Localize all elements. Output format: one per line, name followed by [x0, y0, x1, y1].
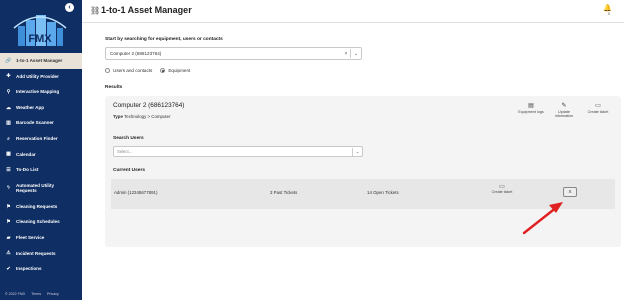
search-label: Start by searching for equipment, users … [105, 37, 223, 42]
search-icon: ⌕ [7, 135, 10, 142]
sidebar-item-label: Automated Utility Requests [16, 182, 55, 194]
open-tickets: 14 Open Tickets [367, 190, 399, 195]
sidebar-item-label: 1-to-1 Asset Manager [16, 58, 63, 64]
sidebar-item-automated-utility-requests[interactable]: ϟ Automated Utility Requests [0, 178, 82, 199]
update-information-label: Update information [554, 110, 574, 119]
table-row: Admin (12345677891) 3 Past Tickets 14 Op… [111, 179, 615, 209]
cloud-icon: ☁ [6, 104, 11, 111]
sidebar-item-label: Calendar [16, 151, 36, 157]
sidebar-item-label: Weather App [16, 104, 45, 110]
sidebar-item-label: Cleaning Requests [16, 203, 58, 209]
asset-title: Computer 2 (686123764) [113, 102, 185, 109]
create-ticket-button[interactable]: ▭ Create ticket [585, 103, 611, 115]
calendar-icon: ▦ [6, 151, 11, 158]
sidebar-item-label: Fleet Service [16, 234, 45, 240]
sidebar-item-add-utility-provider[interactable]: ✚ Add Utility Provider [0, 69, 82, 85]
flag-icon: ⚑ [6, 203, 11, 210]
chevron-down-icon[interactable]: ⌄ [353, 149, 362, 155]
sidebar-item-interactive-mapping[interactable]: ⚲ Interactive Mapping [0, 84, 82, 100]
bolt-icon: ϟ [7, 185, 10, 192]
sidebar-item-asset-manager[interactable]: 🔗 1-to-1 Asset Manager [0, 53, 82, 69]
radio-circle[interactable] [160, 68, 166, 73]
sidebar-item-label: Cleaning Schedules [16, 219, 60, 225]
bell-icon[interactable]: 🔔 [603, 4, 612, 12]
asset-result-card: Computer 2 (686123764) Type Technology >… [105, 96, 621, 247]
asset-type: Type Technology > Computer [113, 114, 171, 119]
sidebar-nav: 🔗 1-to-1 Asset Manager ✚ Add Utility Pro… [0, 53, 82, 277]
sidebar-item-fleet-service[interactable]: ▰ Fleet Service [0, 230, 82, 246]
sidebar-footer: © 2022 FMX Terms Privacy [5, 292, 59, 296]
map-pin-icon: ⚲ [6, 88, 11, 95]
plus-icon: ✚ [6, 73, 11, 80]
copyright-text: © 2022 FMX [5, 292, 26, 296]
main-content: Start by searching for equipment, users … [82, 23, 624, 300]
radio-circle[interactable] [105, 68, 110, 73]
link-icon: 🔗 [5, 57, 12, 64]
row-create-ticket-label: Create ticket [491, 190, 513, 195]
equipment-logs-button[interactable]: ▤ Equipment logs [518, 103, 544, 115]
sidebar-item-label: Inspections [16, 266, 42, 272]
search-value: Computer 2 (686123764) [110, 51, 162, 56]
radio-label: Users and contacts [113, 68, 153, 73]
barcode-icon: ▥ [6, 120, 11, 127]
sidebar-item-incident-requests[interactable]: ⚠ Incident Requests [0, 246, 82, 262]
user-name: Admin (12345677891) [114, 190, 158, 195]
notification-count: 0 [608, 12, 610, 16]
privacy-link[interactable]: Privacy [47, 292, 59, 296]
sidebar: ‹ FMX 🔗 1-to-1 Asset Manager ✚ Add Utili… [0, 0, 82, 300]
sidebar-item-label: Reservation Finder [16, 136, 58, 142]
asset-search-input[interactable]: Computer 2 (686123764) × ⌄ [105, 47, 362, 60]
list-icon: ☰ [6, 166, 11, 173]
flag-icon: ⚑ [6, 219, 11, 226]
create-ticket-label: Create ticket [587, 110, 609, 115]
radio-equipment[interactable]: Equipment [160, 68, 190, 73]
terms-link[interactable]: Terms [31, 292, 41, 296]
page-header: ⛓ 1-to-1 Asset Manager 🔔 0 [82, 0, 624, 22]
asset-type-label: Type [113, 114, 123, 119]
page-title: 1-to-1 Asset Manager [101, 5, 192, 15]
monitor-icon: ▭ [595, 103, 601, 109]
svg-text:FMX: FMX [28, 33, 52, 45]
sidebar-item-calendar[interactable]: ▦ Calendar [0, 147, 82, 163]
sidebar-item-to-do-list[interactable]: ☰ To-Do List [0, 162, 82, 178]
sidebar-item-label: Add Utility Provider [16, 73, 59, 79]
link-icon: ⛓ [90, 6, 101, 15]
remove-user-button[interactable]: X [563, 187, 577, 197]
asset-type-value: Technology > Computer [124, 114, 171, 119]
equipment-logs-label: Equipment logs [518, 110, 544, 115]
sidebar-item-inspections[interactable]: ✔ Inspections [0, 261, 82, 277]
sidebar-item-cleaning-schedules[interactable]: ⚑ Cleaning Schedules [0, 214, 82, 230]
search-mode-radios: Users and contacts Equipment [105, 68, 190, 73]
results-label: Results [105, 85, 123, 90]
sidebar-item-label: Incident Requests [16, 250, 56, 256]
search-users-placeholder: Select... [117, 149, 133, 154]
check-icon: ✔ [6, 265, 11, 272]
pencil-icon: ✎ [561, 103, 567, 109]
chevron-left-icon[interactable]: ‹ [65, 3, 74, 12]
search-users-label: Search Users [113, 136, 144, 141]
sidebar-item-reservation-finder[interactable]: ⌕ Reservation Finder [0, 131, 82, 147]
update-information-button[interactable]: ✎ Update information [551, 103, 577, 119]
alert-icon: ⚠ [6, 250, 11, 257]
radio-users-and-contacts[interactable]: Users and contacts [105, 68, 152, 73]
sidebar-item-cleaning-requests[interactable]: ⚑ Cleaning Requests [0, 199, 82, 215]
book-icon: ▤ [528, 103, 534, 109]
fmx-logo: FMX [13, 15, 67, 46]
sidebar-item-label: Interactive Mapping [16, 89, 60, 95]
radio-label: Equipment [168, 68, 191, 73]
sidebar-item-label: To-Do List [16, 167, 39, 173]
past-tickets: 3 Past Tickets [270, 190, 298, 195]
sidebar-item-weather-app[interactable]: ☁ Weather App [0, 100, 82, 116]
sidebar-item-barcode-scanner[interactable]: ▥ Barcode Scanner [0, 115, 82, 131]
truck-icon: ▰ [6, 234, 11, 241]
current-users-label: Current Users [113, 168, 145, 173]
row-create-ticket-button[interactable]: ▭ Create ticket [491, 184, 513, 195]
monitor-icon: ▭ [499, 184, 505, 190]
clear-icon[interactable]: × [342, 51, 350, 57]
sidebar-item-label: Barcode Scanner [16, 120, 54, 126]
search-users-select[interactable]: Select... ⌄ [113, 146, 363, 157]
chevron-down-icon[interactable]: ⌄ [351, 51, 361, 57]
